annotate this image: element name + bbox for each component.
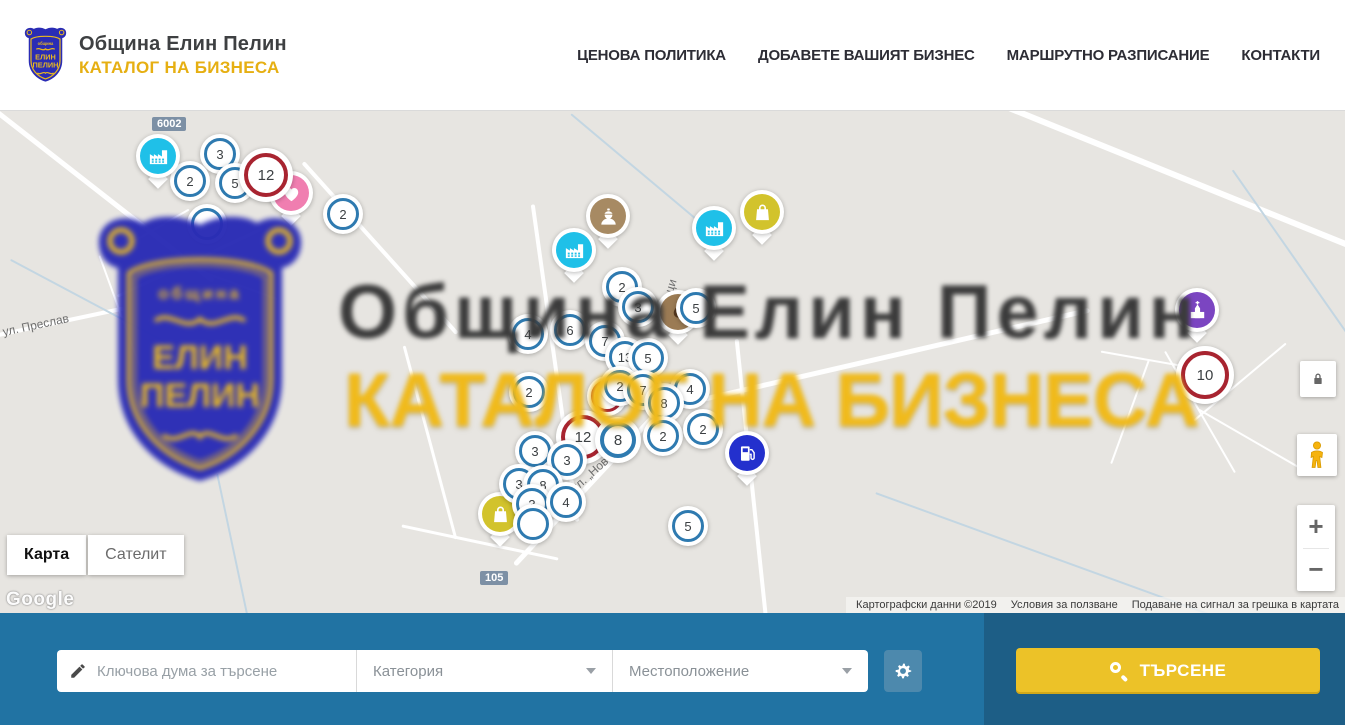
cluster-marker-5[interactable]: 5 xyxy=(676,288,716,328)
chevron-down-icon xyxy=(842,668,852,674)
svg-text:ЕЛИН: ЕЛИН xyxy=(152,339,248,377)
lock-icon xyxy=(1310,371,1326,387)
watermark-subtitle: КАТАЛОГ НА БИЗНЕСА xyxy=(344,357,1199,444)
cluster-marker[interactable] xyxy=(187,204,227,244)
nav-item-3[interactable]: МАРШРУТНО РАЗПИСАНИЕ xyxy=(1007,47,1210,64)
road-line xyxy=(960,111,1345,252)
road-line xyxy=(403,346,458,540)
map-data-credit: Картографски данни ©2019 xyxy=(856,599,997,611)
svg-text:община: община xyxy=(38,41,54,46)
waterway-line xyxy=(875,492,1345,613)
map-attribution: Картографски данни ©2019 Условия за ползв… xyxy=(846,597,1345,613)
svg-text:община: община xyxy=(158,284,241,303)
advanced-settings-button[interactable] xyxy=(884,650,922,692)
road-line xyxy=(302,161,459,335)
category-select-value: Категория xyxy=(373,663,443,680)
nav-item-1[interactable]: ЦЕНОВА ПОЛИТИКА xyxy=(577,47,726,64)
cluster-marker-3[interactable]: 3 xyxy=(618,287,658,327)
cluster-marker-10[interactable]: 10 xyxy=(1176,346,1234,404)
zoom-out-button[interactable]: − xyxy=(1297,549,1335,592)
pegman-icon xyxy=(1305,440,1329,470)
road-line xyxy=(1110,360,1150,464)
site-subtitle: КАТАЛОГ НА БИЗНЕСА xyxy=(79,58,287,78)
waterway-line xyxy=(216,474,257,613)
keyword-search-input[interactable] xyxy=(97,663,344,680)
cluster-marker-4[interactable]: 4 xyxy=(508,314,548,354)
church-icon xyxy=(1179,292,1215,328)
municipality-logo-icon: община ЕЛИН ПЕЛИН xyxy=(22,23,69,87)
zoom-in-button[interactable]: + xyxy=(1297,505,1335,548)
waterway-line xyxy=(1232,170,1345,335)
fuel-pin-marker[interactable] xyxy=(725,431,769,489)
gear-icon xyxy=(892,660,914,682)
site-title: Община Елин Пелин xyxy=(79,33,287,56)
factory-pin-marker[interactable] xyxy=(136,134,180,192)
pencil-icon xyxy=(69,662,87,680)
street-view-pegman-button[interactable] xyxy=(1297,434,1337,476)
search-button[interactable]: ТЪРСЕНЕ xyxy=(1016,648,1320,694)
cluster-marker-2[interactable]: 2 xyxy=(683,409,723,449)
watermark-logo: община ЕЛИН ПЕЛИН xyxy=(85,209,315,493)
road-line xyxy=(670,308,1090,410)
nav-item-2[interactable]: ДОБАВЕТЕ ВАШИЯТ БИЗНЕС xyxy=(758,47,975,64)
map-type-map-button[interactable]: Карта xyxy=(7,535,86,575)
cluster-marker-2[interactable]: 2 xyxy=(643,416,683,456)
factory-icon xyxy=(696,210,732,246)
bag-icon xyxy=(744,194,780,230)
svg-text:ПЕЛИН: ПЕЛИН xyxy=(33,61,59,70)
svg-text:ЕЛИН: ЕЛИН xyxy=(35,52,56,61)
lock-button[interactable] xyxy=(1300,361,1336,397)
search-button-label: ТЪРСЕНЕ xyxy=(1140,661,1227,681)
site-logo[interactable]: община ЕЛИН ПЕЛИН Община Елин Пелин КАТА… xyxy=(22,23,287,87)
search-fields: Категория Местоположение xyxy=(57,650,868,692)
main-nav: ЦЕНОВА ПОЛИТИКА ДОБАВЕТЕ ВАШИЯТ БИЗНЕС МАР… xyxy=(577,47,1320,64)
zoom-control: + − xyxy=(1297,505,1335,591)
location-select[interactable]: Местоположение xyxy=(613,650,868,692)
cluster-marker-8[interactable]: 8 xyxy=(595,417,641,463)
search-icon xyxy=(1110,662,1128,680)
cluster-marker-6[interactable]: 6 xyxy=(550,310,590,350)
factory-icon xyxy=(140,138,176,174)
cluster-marker-5[interactable]: 5 xyxy=(668,506,708,546)
header: община ЕЛИН ПЕЛИН Община Елин Пелин КАТА… xyxy=(0,0,1345,111)
svg-text:ПЕЛИН: ПЕЛИН xyxy=(140,377,260,415)
nav-item-4[interactable]: КОНТАКТИ xyxy=(1241,47,1320,64)
cluster-marker-12[interactable]: 12 xyxy=(239,148,293,202)
page: община ЕЛИН ПЕЛИН Община Елин Пелин КАТА… xyxy=(0,0,1345,725)
category-select[interactable]: Категория xyxy=(357,650,612,692)
chevron-down-icon xyxy=(586,668,596,674)
road-line xyxy=(111,209,190,256)
cluster-marker-2[interactable]: 2 xyxy=(323,194,363,234)
attribution-link-2[interactable]: Подаване на сигнал за грешка в картата xyxy=(1132,599,1339,611)
brand-text: Община Елин Пелин КАТАЛОГ НА БИЗНЕСА xyxy=(79,33,287,78)
map-type-control: Карта Сателит xyxy=(7,535,184,575)
factory-pin-marker[interactable] xyxy=(552,228,596,286)
map-canvas[interactable]: ул. Преславбул. „Новоселци6002105 325122… xyxy=(0,111,1345,613)
factory-icon xyxy=(556,232,592,268)
fuel-icon xyxy=(729,435,765,471)
church-pin-marker[interactable] xyxy=(1175,288,1219,346)
road-number-badge: 6002 xyxy=(152,117,186,131)
road-line xyxy=(183,264,278,300)
cluster-marker-2[interactable]: 2 xyxy=(509,372,549,412)
cluster-marker-4[interactable]: 4 xyxy=(546,482,586,522)
cluster-marker[interactable] xyxy=(513,504,553,544)
attribution-link-1[interactable]: Условия за ползване xyxy=(1011,599,1118,611)
street-label: ул. Преслав xyxy=(1,311,70,339)
road-number-badge: 105 xyxy=(480,571,508,585)
map-type-satellite-button[interactable]: Сателит xyxy=(88,535,183,575)
bag-pin-marker[interactable] xyxy=(740,190,784,248)
keyword-field-wrap xyxy=(57,650,356,692)
search-panel: Категория Местоположение ТЪРСЕНЕ xyxy=(0,613,1345,725)
google-logo[interactable]: Google xyxy=(6,589,74,611)
location-select-value: Местоположение xyxy=(629,663,749,680)
factory-pin-marker[interactable] xyxy=(692,206,736,264)
